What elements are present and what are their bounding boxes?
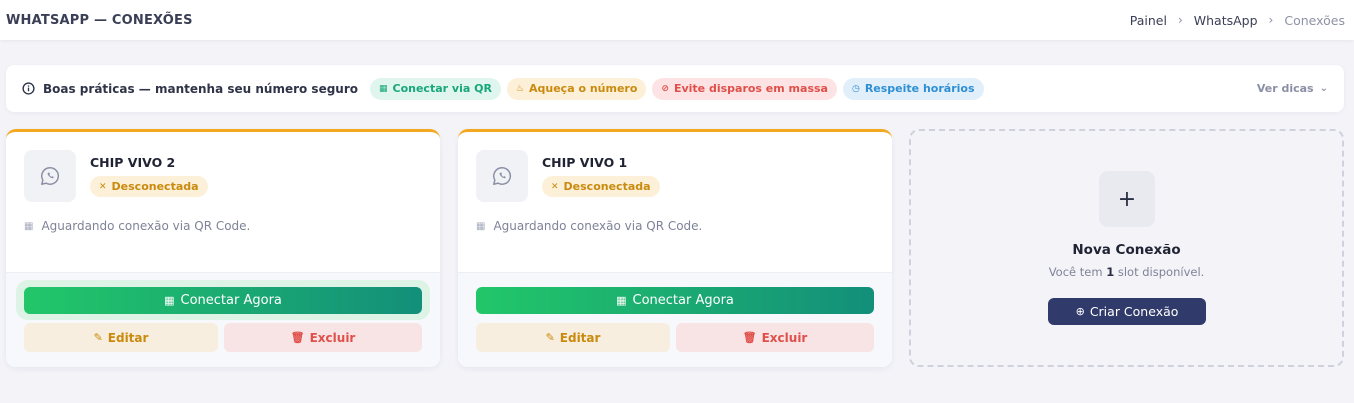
slots-prefix: Você tem xyxy=(1048,265,1103,279)
delete-button[interactable]: 🗑 Excluir xyxy=(676,323,874,352)
flame-icon: ♨ xyxy=(515,83,524,94)
connection-name: CHIP VIVO 2 xyxy=(90,155,176,170)
wifi-off-icon: ✕ xyxy=(99,181,107,192)
qr-icon: ▦ xyxy=(24,220,34,232)
connection-message: ▦ Aguardando conexão via QR Code. xyxy=(24,219,250,233)
pencil-icon: ✎ xyxy=(545,331,555,344)
breadcrumb-separator: › xyxy=(1177,13,1183,27)
status-label: Desconectada xyxy=(563,180,651,193)
page-title: WHATSAPP — CONEXÕES xyxy=(6,12,193,28)
plus-icon[interactable]: + xyxy=(1099,171,1155,227)
qr-icon: ▦ xyxy=(476,220,486,232)
new-connection-title: Nova Conexão xyxy=(1072,242,1181,258)
tip-pill-qr: ▦ Conectar via QR xyxy=(370,77,501,100)
alert-icon: ⊘ xyxy=(661,83,669,94)
connect-now-button[interactable]: ▦ Conectar Agora xyxy=(476,287,874,314)
ver-dicas-label: Ver dicas xyxy=(1256,82,1314,95)
wifi-off-icon: ✕ xyxy=(551,181,559,192)
slots-count: 1 xyxy=(1106,265,1115,279)
tip-pill-hours: ◷ Respeite horários xyxy=(842,77,984,100)
status-badge: ✕ Desconectada xyxy=(542,176,660,197)
card-footer: ▦ Conectar Agora ✎ Editar 🗑 Excluir xyxy=(6,272,440,367)
connect-now-button[interactable]: ▦ Conectar Agora xyxy=(24,287,422,314)
connection-message-text: Aguardando conexão via QR Code. xyxy=(493,219,703,233)
breadcrumb-item-whatsapp[interactable]: WhatsApp xyxy=(1194,13,1258,28)
tips-title: Boas práticas — mantenha seu número segu… xyxy=(43,81,358,96)
whatsapp-avatar xyxy=(476,150,528,202)
slots-suffix: slot disponível. xyxy=(1117,265,1205,279)
connect-now-label: Conectar Agora xyxy=(632,293,734,308)
connection-message: ▦ Aguardando conexão via QR Code. xyxy=(476,219,702,233)
plus-circle-icon: ⊕ xyxy=(1075,305,1085,318)
edit-label: Editar xyxy=(107,330,149,345)
qr-icon: ▦ xyxy=(379,83,388,94)
tip-pill-label: Evite disparos em massa xyxy=(673,82,828,95)
create-connection-label: Criar Conexão xyxy=(1089,304,1179,319)
info-icon xyxy=(22,82,35,95)
tip-pill-mass: ⊘ Evite disparos em massa xyxy=(652,77,837,100)
connect-button-wrap: ▦ Conectar Agora xyxy=(468,280,882,320)
ver-dicas-toggle[interactable]: Ver dicas ⌄ xyxy=(1257,82,1328,95)
connect-button-focus-ring: ▦ Conectar Agora xyxy=(16,280,430,320)
delete-button[interactable]: 🗑 Excluir xyxy=(224,323,422,352)
connection-card: CHIP VIVO 2 ✕ Desconectada ▦ Aguardando … xyxy=(6,129,440,367)
status-badge: ✕ Desconectada xyxy=(90,176,208,197)
tip-pill-label: Aqueça o número xyxy=(529,82,638,95)
connection-message-text: Aguardando conexão via QR Code. xyxy=(41,219,251,233)
breadcrumb-separator: › xyxy=(1268,13,1274,27)
edit-button[interactable]: ✎ Editar xyxy=(476,323,670,352)
tip-pill-label: Respeite horários xyxy=(864,82,975,95)
qr-icon: ▦ xyxy=(164,294,175,307)
breadcrumb: Painel › WhatsApp › Conexões xyxy=(1130,13,1345,28)
connection-name: CHIP VIVO 1 xyxy=(542,155,628,170)
whatsapp-icon xyxy=(493,167,512,185)
tip-pill-warm: ♨ Aqueça o número xyxy=(506,77,647,100)
new-connection-card: + Nova Conexão Você tem 1 slot disponíve… xyxy=(909,129,1344,367)
chevron-down-icon: ⌄ xyxy=(1319,83,1328,94)
breadcrumb-item-conexoes: Conexões xyxy=(1284,12,1345,28)
tips-bar: Boas práticas — mantenha seu número segu… xyxy=(6,65,1344,112)
whatsapp-icon xyxy=(41,167,60,185)
trash-icon: 🗑 xyxy=(290,331,305,344)
clock-icon: ◷ xyxy=(851,83,860,94)
card-footer: ▦ Conectar Agora ✎ Editar 🗑 Excluir xyxy=(458,272,892,367)
tip-pill-label: Conectar via QR xyxy=(392,82,492,95)
edit-button[interactable]: ✎ Editar xyxy=(24,323,218,352)
whatsapp-avatar xyxy=(24,150,76,202)
delete-label: Excluir xyxy=(761,330,808,345)
connect-now-label: Conectar Agora xyxy=(180,293,282,308)
top-bar: WHATSAPP — CONEXÕES Painel › WhatsApp › … xyxy=(0,0,1354,40)
qr-icon: ▦ xyxy=(616,294,627,307)
connection-card: CHIP VIVO 1 ✕ Desconectada ▦ Aguardando … xyxy=(458,129,892,367)
edit-label: Editar xyxy=(559,330,601,345)
pencil-icon: ✎ xyxy=(93,331,103,344)
delete-label: Excluir xyxy=(309,330,356,345)
create-connection-button[interactable]: ⊕ Criar Conexão xyxy=(1048,298,1206,325)
breadcrumb-item-painel[interactable]: Painel xyxy=(1130,13,1167,28)
trash-icon: 🗑 xyxy=(742,331,757,344)
slots-available-text: Você tem 1 slot disponível. xyxy=(911,265,1342,279)
status-label: Desconectada xyxy=(111,180,199,193)
